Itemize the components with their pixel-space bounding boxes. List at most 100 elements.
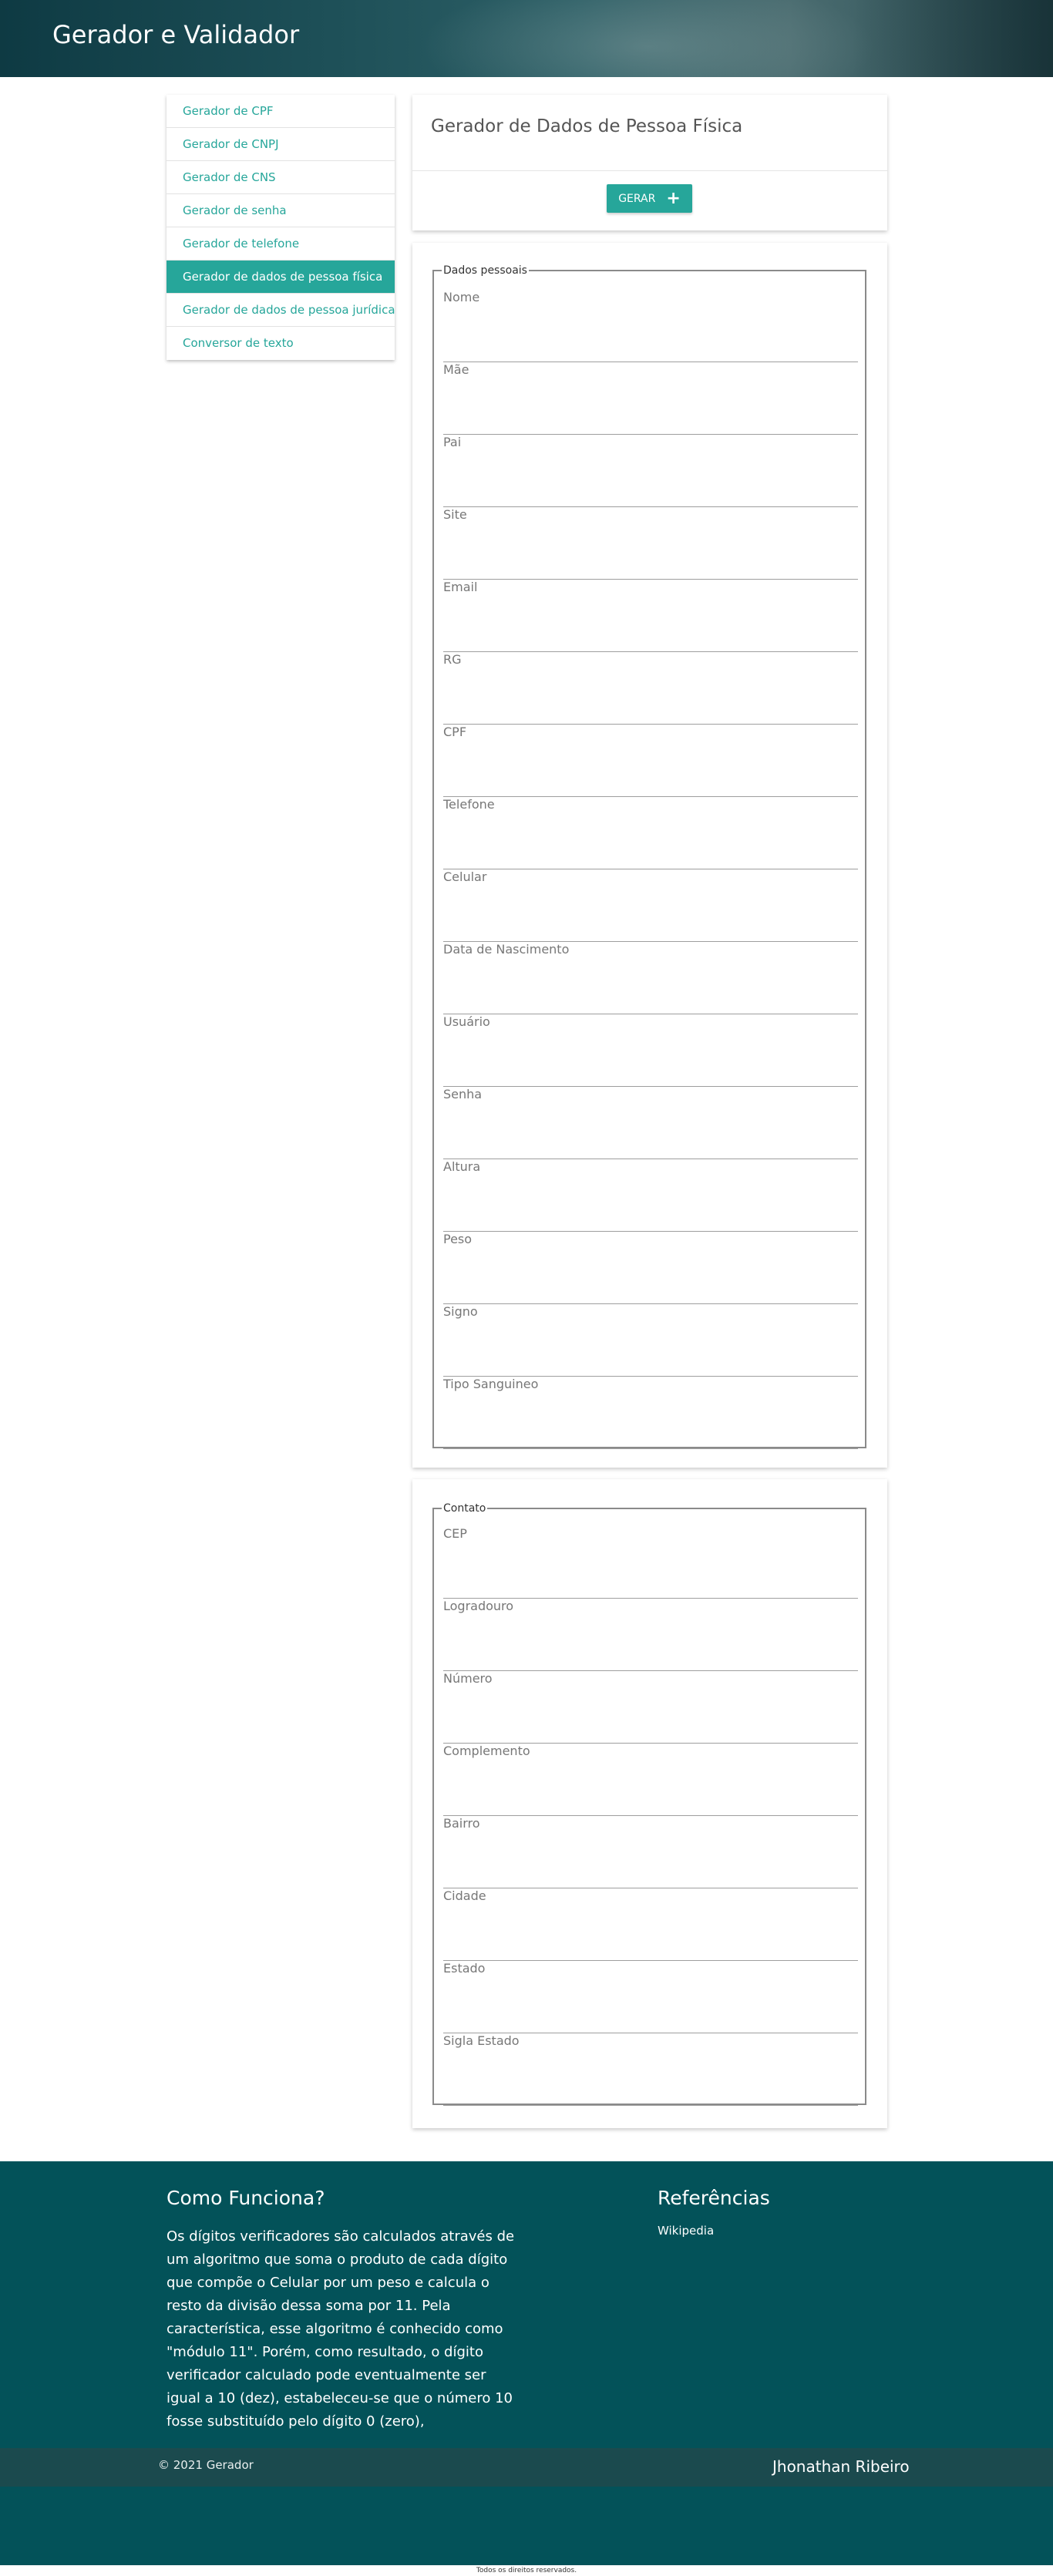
field-label-logradouro: Logradouro bbox=[443, 1599, 514, 1613]
input-complemento[interactable] bbox=[443, 1797, 858, 1816]
field-label-cep: CEP bbox=[443, 1526, 467, 1541]
site-title[interactable]: Gerador e Validador bbox=[52, 20, 299, 49]
contact-legend: Contato bbox=[443, 1502, 486, 1515]
field-numero: Número bbox=[443, 1671, 858, 1744]
field-label-estado: Estado bbox=[443, 1961, 486, 1976]
page-title: Gerador de Dados de Pessoa Física bbox=[431, 116, 743, 136]
input-altura[interactable] bbox=[443, 1213, 858, 1232]
field-email: Email bbox=[443, 580, 858, 652]
input-signo[interactable] bbox=[443, 1358, 858, 1377]
input-logradouro[interactable] bbox=[443, 1653, 858, 1671]
field-telefone: Telefone bbox=[443, 797, 858, 869]
input-peso[interactable] bbox=[443, 1286, 858, 1304]
input-tipo-sanguineo[interactable] bbox=[443, 1431, 858, 1449]
field-celular: Celular bbox=[443, 869, 858, 942]
wikipedia-link[interactable]: Wikipedia bbox=[658, 2224, 714, 2238]
personal-data-fieldset: Dados pessoais Nome Mãe Pai Site Email RG CPF T… bbox=[432, 264, 866, 1449]
field-cep: CEP bbox=[443, 1526, 858, 1599]
field-label-telefone: Telefone bbox=[443, 797, 495, 812]
field-label-cidade: Cidade bbox=[443, 1888, 486, 1903]
field-label-sigla-estado: Sigla Estado bbox=[443, 2033, 520, 2048]
input-estado[interactable] bbox=[443, 2015, 858, 2033]
field-label-celular: Celular bbox=[443, 869, 487, 884]
field-peso: Peso bbox=[443, 1232, 858, 1304]
card-divider bbox=[412, 170, 887, 171]
input-bairro[interactable] bbox=[443, 1870, 858, 1888]
field-label-site: Site bbox=[443, 507, 467, 522]
references-title: Referências bbox=[658, 2187, 770, 2209]
field-label-bairro: Bairro bbox=[443, 1816, 480, 1831]
field-nome: Nome bbox=[443, 290, 858, 362]
copyright-text: © 2021 Gerador bbox=[158, 2458, 254, 2472]
field-cidade: Cidade bbox=[443, 1888, 858, 1961]
generator-card: Gerador de Dados de Pessoa Física GERAR … bbox=[412, 95, 887, 230]
contact-card: Contato CEP Logradouro Número Complemento Ba… bbox=[412, 1479, 887, 2128]
generate-button[interactable]: GERAR + bbox=[607, 184, 692, 213]
generate-button-label: GERAR bbox=[618, 192, 656, 205]
field-label-senha: Senha bbox=[443, 1087, 483, 1101]
field-signo: Signo bbox=[443, 1304, 858, 1377]
input-data-de-nascimento[interactable] bbox=[443, 996, 858, 1014]
personal-data-card: Dados pessoais Nome Mãe Pai Site Email RG CPF T… bbox=[412, 243, 887, 1468]
field-mae: Mãe bbox=[443, 362, 858, 435]
field-label-tipo-sanguineo: Tipo Sanguineo bbox=[443, 1377, 539, 1391]
field-tipo-sanguineo: Tipo Sanguineo bbox=[443, 1377, 858, 1449]
field-data-de-nascimento: Data de Nascimento bbox=[443, 942, 858, 1014]
input-nome[interactable] bbox=[443, 344, 858, 362]
input-numero[interactable] bbox=[443, 1725, 858, 1744]
field-logradouro: Logradouro bbox=[443, 1599, 858, 1671]
field-label-complemento: Complemento bbox=[443, 1744, 530, 1758]
field-rg: RG bbox=[443, 652, 858, 725]
field-label-usuario: Usuário bbox=[443, 1014, 490, 1029]
field-label-rg: RG bbox=[443, 652, 462, 667]
field-pai: Pai bbox=[443, 435, 858, 507]
field-senha: Senha bbox=[443, 1087, 858, 1159]
footer-bar: © 2021 Gerador Jhonathan Ribeiro bbox=[0, 2448, 1053, 2487]
field-altura: Altura bbox=[443, 1159, 858, 1232]
how-it-works-title: Como Funciona? bbox=[167, 2187, 325, 2209]
sidebar-item-cnpj[interactable]: Gerador de CNPJ bbox=[167, 128, 395, 161]
field-usuario: Usuário bbox=[443, 1014, 858, 1087]
sidebar-item-senha[interactable]: Gerador de senha bbox=[167, 194, 395, 227]
field-estado: Estado bbox=[443, 1961, 858, 2033]
input-senha[interactable] bbox=[443, 1141, 858, 1159]
contact-fieldset: Contato CEP Logradouro Número Complemento Ba… bbox=[432, 1502, 866, 2106]
how-it-works-text: Os dígitos verificadores são calculados … bbox=[167, 2228, 515, 2430]
footer-bottom bbox=[0, 2487, 1053, 2565]
input-celular[interactable] bbox=[443, 923, 858, 942]
sidebar-item-conversor[interactable]: Conversor de texto bbox=[167, 327, 395, 360]
input-cpf[interactable] bbox=[443, 779, 858, 797]
input-email[interactable] bbox=[443, 634, 858, 652]
input-sigla-estado[interactable] bbox=[443, 2087, 858, 2106]
field-complemento: Complemento bbox=[443, 1744, 858, 1816]
footer: Como Funciona? Os dígitos verificadores … bbox=[0, 2161, 1053, 2448]
sidebar-item-telefone[interactable]: Gerador de telefone bbox=[167, 227, 395, 261]
field-label-mae: Mãe bbox=[443, 362, 469, 377]
input-cidade[interactable] bbox=[443, 1942, 858, 1961]
personal-data-legend: Dados pessoais bbox=[443, 264, 527, 277]
sidebar-item-cns[interactable]: Gerador de CNS bbox=[167, 161, 395, 194]
sidebar-nav: Gerador de CPF Gerador de CNPJ Gerador d… bbox=[167, 95, 395, 360]
rights-text: Todos os direitos reservados. bbox=[476, 2567, 577, 2574]
field-label-numero: Número bbox=[443, 1671, 493, 1686]
field-label-signo: Signo bbox=[443, 1304, 478, 1319]
field-cpf: CPF bbox=[443, 725, 858, 797]
input-cep[interactable] bbox=[443, 1580, 858, 1599]
sidebar-item-cpf[interactable]: Gerador de CPF bbox=[167, 95, 395, 128]
field-bairro: Bairro bbox=[443, 1816, 858, 1888]
input-telefone[interactable] bbox=[443, 851, 858, 869]
sidebar-item-pessoa-juridica[interactable]: Gerador de dados de pessoa jurídica bbox=[167, 294, 395, 327]
field-label-pai: Pai bbox=[443, 435, 462, 449]
input-pai[interactable] bbox=[443, 489, 858, 507]
header-banner: Gerador e Validador bbox=[0, 0, 1053, 77]
sidebar-item-pessoa-fisica[interactable]: Gerador de dados de pessoa física bbox=[167, 261, 395, 294]
author-name: Jhonathan Ribeiro bbox=[772, 2457, 910, 2476]
field-site: Site bbox=[443, 507, 858, 580]
input-mae[interactable] bbox=[443, 416, 858, 435]
input-rg[interactable] bbox=[443, 706, 858, 725]
input-site[interactable] bbox=[443, 561, 858, 580]
input-usuario[interactable] bbox=[443, 1068, 858, 1087]
field-label-nome: Nome bbox=[443, 290, 480, 304]
field-label-data-de-nascimento: Data de Nascimento bbox=[443, 942, 570, 957]
field-label-email: Email bbox=[443, 580, 478, 594]
